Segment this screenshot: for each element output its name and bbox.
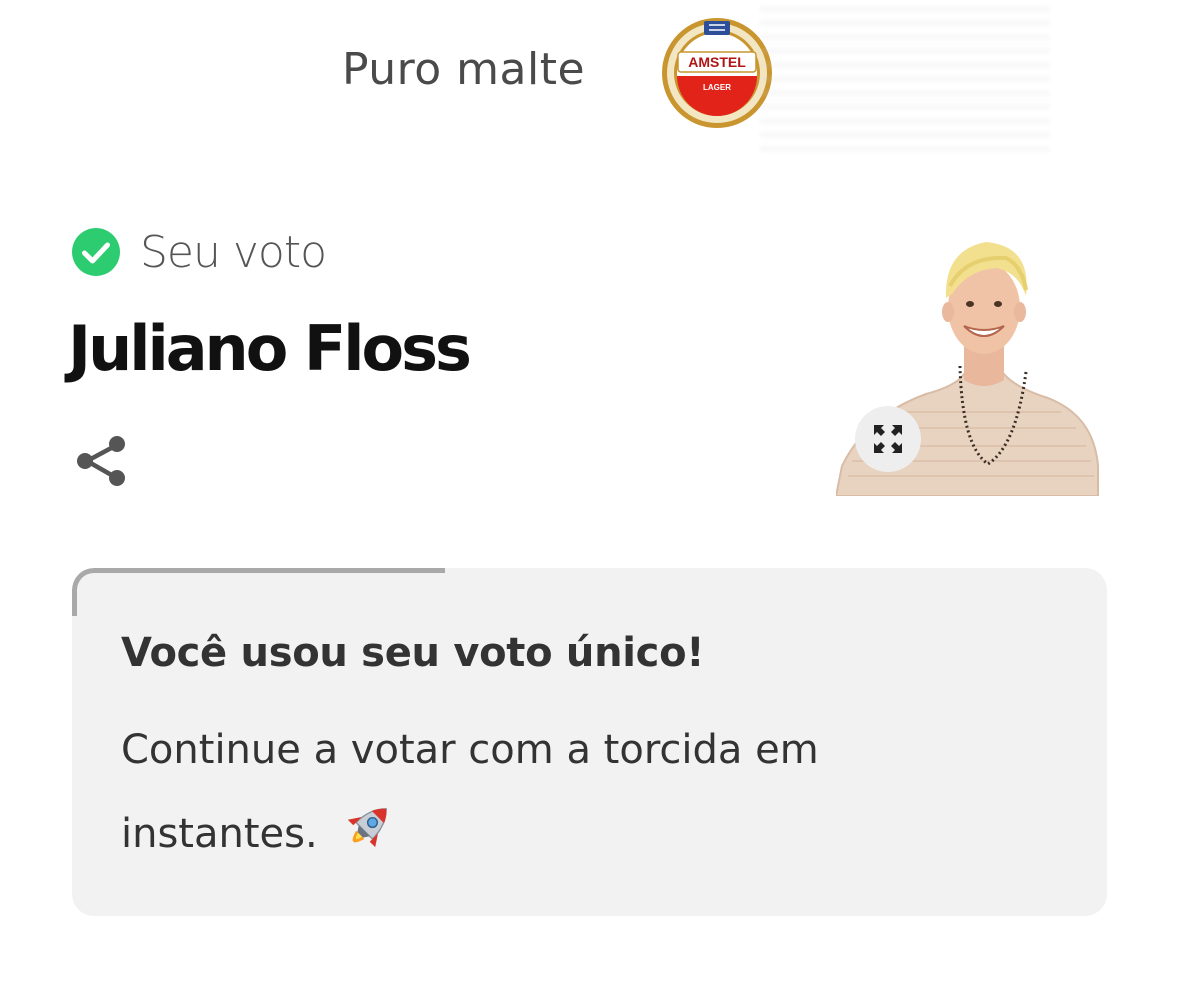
rocket-icon <box>348 808 388 848</box>
expand-icon <box>874 425 902 453</box>
vote-used-notice: Você usou seu voto único! Continue a vot… <box>72 568 1107 916</box>
notice-title: Você usou seu voto único! <box>121 630 705 676</box>
logo-sub-text: LAGER <box>703 83 731 92</box>
notice-body-text: Continue a votar com a torcida em instan… <box>121 727 819 857</box>
vote-status-label: Seu voto <box>140 226 327 278</box>
notice-body: Continue a votar com a torcida em instan… <box>121 708 1001 876</box>
sponsor-tagline: Puro malte <box>342 44 586 95</box>
check-circle-icon <box>72 228 120 276</box>
sponsor-banner: Puro malte AMSTEL LAGER <box>0 0 1178 160</box>
countdown-progress-bar <box>72 568 445 616</box>
vote-status-row: Seu voto <box>72 224 327 280</box>
sponsor-background-pattern <box>760 6 1050 156</box>
share-icon <box>77 436 125 486</box>
candidate-name: Juliano Floss <box>68 312 472 385</box>
expand-photo-button[interactable] <box>855 406 921 472</box>
amstel-logo-icon: AMSTEL LAGER <box>662 18 772 128</box>
logo-brand-text: AMSTEL <box>688 54 746 70</box>
share-button[interactable] <box>74 432 130 488</box>
